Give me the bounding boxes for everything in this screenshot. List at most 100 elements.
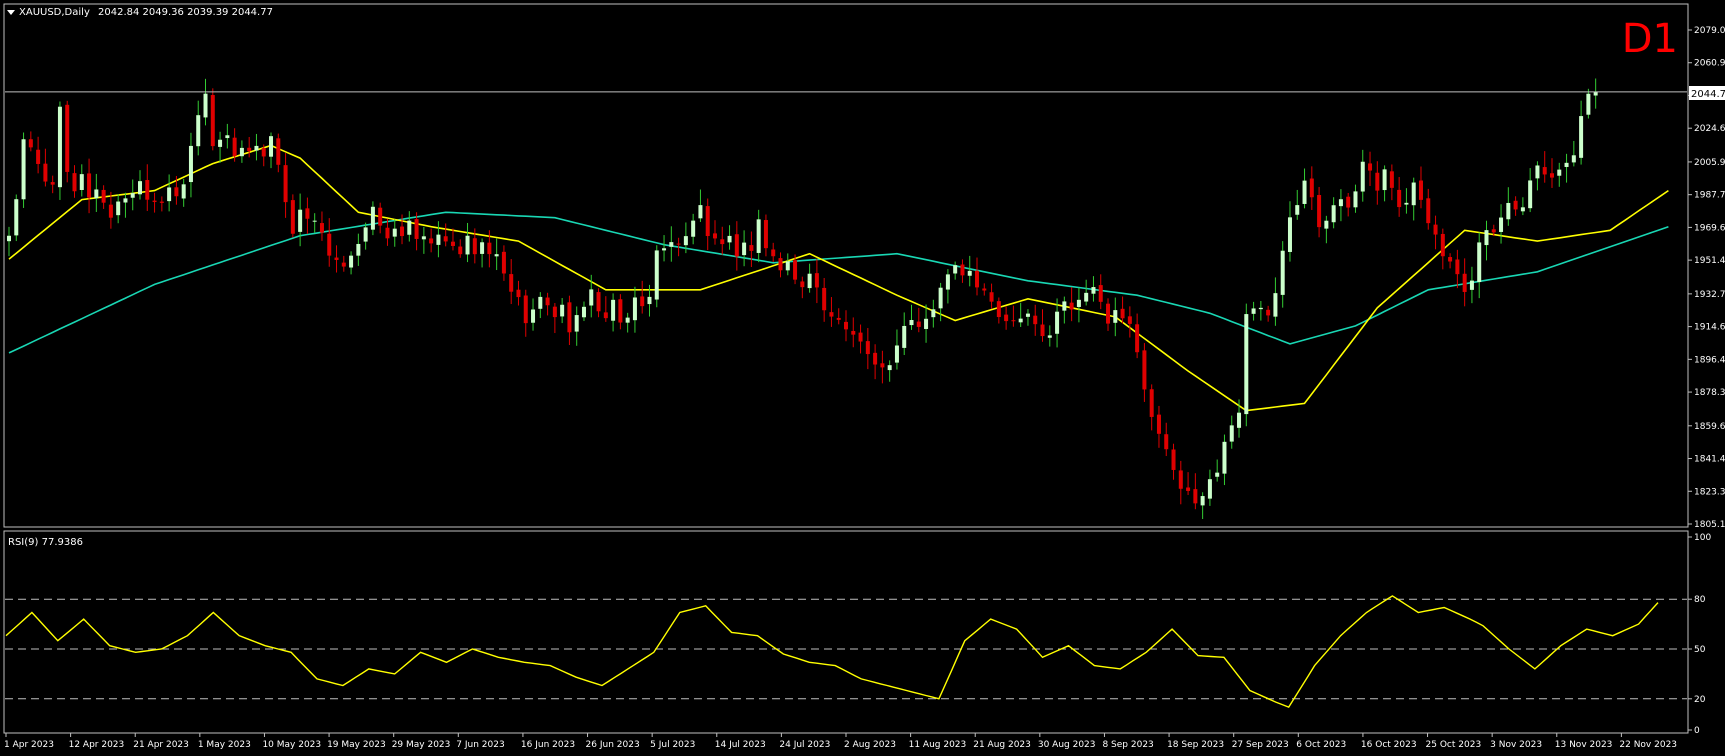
bull-candle-body — [581, 306, 586, 318]
bull-candle-body — [1055, 311, 1060, 334]
rsi-tick-label: 20 — [1694, 695, 1706, 705]
bear-candle-body — [509, 274, 514, 292]
bull-candle-body — [167, 187, 172, 202]
bear-candle-body — [1448, 257, 1453, 262]
bull-candle-body — [538, 296, 543, 309]
time-tick-label: 12 Apr 2023 — [69, 740, 125, 750]
bull-candle-body — [698, 205, 703, 219]
bear-candle-body — [1164, 434, 1169, 450]
bull-candle-body — [130, 193, 135, 198]
bull-candle-body — [1025, 313, 1030, 317]
time-tick-label: 10 May 2023 — [262, 740, 321, 750]
time-tick-label: 2 Aug 2023 — [844, 740, 896, 750]
bear-candle-body — [1033, 315, 1038, 325]
bull-candle-body — [931, 309, 936, 318]
bull-candle-body — [436, 234, 441, 245]
time-tick-label: 26 Jun 2023 — [586, 740, 640, 750]
bear-candle-body — [778, 258, 783, 271]
bear-candle-body — [1433, 224, 1438, 235]
bear-candle-body — [72, 173, 77, 192]
bear-candle-body — [916, 321, 921, 327]
bull-candle-body — [1251, 308, 1256, 314]
bear-candle-body — [261, 148, 266, 157]
bull-candle-body — [123, 198, 128, 203]
bear-candle-body — [1127, 316, 1132, 324]
price-tag: 2044.77 — [1691, 89, 1725, 100]
bear-candle-body — [552, 306, 557, 318]
bear-candle-body — [712, 233, 717, 239]
bear-candle-body — [1418, 180, 1423, 200]
bull-candle-body — [967, 270, 972, 276]
bear-candle-body — [1069, 302, 1074, 310]
bear-candle-body — [836, 317, 841, 320]
bull-candle-body — [531, 309, 536, 323]
bull-candle-body — [480, 242, 485, 254]
bear-candle-body — [385, 227, 390, 239]
bear-candle-body — [1513, 200, 1518, 210]
bull-candle-body — [1076, 299, 1081, 307]
bull-candle-body — [589, 289, 594, 306]
bear-candle-body — [851, 330, 856, 335]
bull-candle-body — [1411, 182, 1416, 206]
bear-candle-body — [1426, 198, 1431, 224]
bull-candle-body — [203, 93, 208, 118]
price-tick-label: 1805.15 — [1694, 520, 1725, 530]
bull-candle-body — [1564, 162, 1569, 167]
bull-candle-body — [225, 135, 230, 139]
bear-candle-body — [705, 206, 710, 237]
bull-candle-body — [938, 287, 943, 309]
bear-candle-body — [305, 208, 310, 219]
bull-candle-body — [902, 325, 907, 348]
bear-candle-body — [763, 220, 768, 249]
bear-candle-body — [749, 245, 754, 251]
price-tick-label: 1987.75 — [1694, 191, 1725, 201]
bear-candle-body — [36, 149, 41, 164]
time-tick-label: 30 Aug 2023 — [1038, 740, 1096, 750]
time-tick-label: 21 Aug 2023 — [973, 740, 1031, 750]
price-tick-label: 1841.45 — [1694, 455, 1725, 465]
time-tick-label: 22 Nov 2023 — [1619, 740, 1677, 750]
time-tick-label: 1 May 2023 — [198, 740, 251, 750]
bear-candle-body — [414, 219, 419, 239]
bull-candle-body — [647, 296, 652, 305]
bull-candle-body — [1302, 180, 1307, 204]
bull-candle-body — [1244, 314, 1249, 415]
bear-candle-body — [880, 363, 885, 368]
ohlc-readout: 2042.84 2049.36 2039.39 2044.77 — [98, 7, 273, 18]
bull-candle-body — [465, 235, 470, 255]
bull-candle-body — [924, 318, 929, 329]
bull-candle-body — [1520, 207, 1525, 212]
bull-candle-body — [1207, 479, 1212, 499]
time-tick-label: 11 Aug 2023 — [909, 740, 967, 750]
bear-candle-body — [1462, 273, 1467, 292]
bull-candle-body — [269, 136, 274, 157]
bear-candle-body — [603, 312, 608, 319]
bear-candle-body — [1040, 324, 1045, 337]
bear-candle-body — [720, 239, 725, 245]
bull-candle-body — [654, 250, 659, 300]
bull-candle-body — [1469, 280, 1474, 290]
bear-candle-body — [960, 264, 965, 276]
price-tick-label: 1914.60 — [1694, 323, 1725, 333]
bear-candle-body — [1368, 163, 1373, 171]
bear-candle-body — [865, 341, 870, 355]
bull-candle-body — [1484, 230, 1489, 246]
bull-candle-body — [1237, 412, 1242, 428]
bull-candle-body — [662, 248, 667, 251]
time-tick-label: 25 Oct 2023 — [1426, 740, 1482, 750]
bull-candle-body — [1579, 116, 1584, 158]
bear-candle-body — [1135, 324, 1140, 353]
bull-candle-body — [909, 320, 914, 326]
price-tick-label: 1951.45 — [1694, 256, 1725, 266]
bear-candle-body — [232, 137, 237, 157]
bull-candle-body — [349, 255, 354, 268]
bull-candle-body — [1091, 287, 1096, 294]
bear-candle-body — [858, 332, 863, 342]
bull-candle-body — [742, 242, 747, 256]
bull-candle-body — [1528, 180, 1533, 209]
bear-candle-body — [1455, 259, 1460, 275]
rsi-tick-label: 50 — [1694, 645, 1706, 655]
bear-candle-body — [472, 238, 477, 255]
symbol-label: XAUUSD,Daily — [19, 7, 90, 18]
bull-candle-body — [1586, 93, 1591, 115]
